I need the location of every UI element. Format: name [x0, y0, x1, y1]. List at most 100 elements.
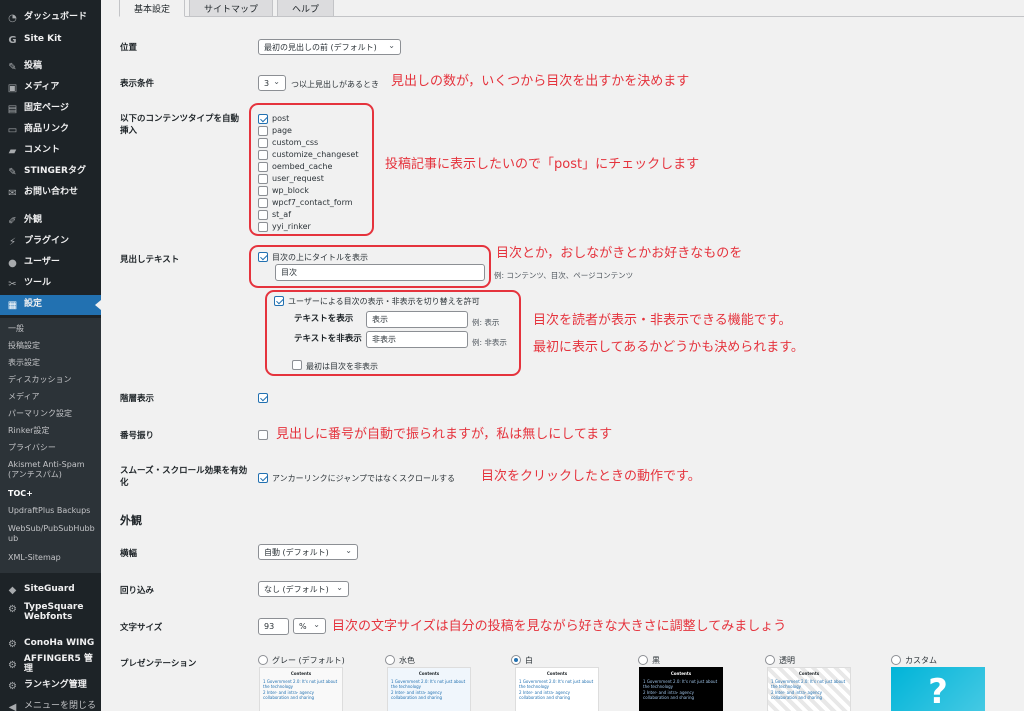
chevron-down-icon: ⌄ — [313, 620, 320, 629]
chevron-down-icon: ⌄ — [388, 41, 395, 50]
submenu-writing[interactable]: 投稿設定 — [8, 341, 40, 351]
allow-toggle-label: ユーザーによる目次の表示・非表示を切り替えを許可 — [288, 297, 480, 306]
checkbox-user-request[interactable] — [258, 174, 268, 184]
radio-gray[interactable] — [258, 655, 268, 665]
question-mark-icon: ? — [928, 672, 948, 711]
gear-icon: ⚙ — [8, 638, 17, 650]
submenu-websub[interactable]: WebSub/PubSubHubbub — [8, 524, 96, 545]
wrap-select[interactable]: なし (デフォルト) ⌄ — [258, 581, 349, 597]
show-text-input[interactable]: 表示 — [366, 311, 468, 328]
admin-sidebar: ◔ ダッシュボード G Site Kit ✎ 投稿 ▣ メディア ▤ 固定ページ ▭ 商品リ… — [0, 0, 101, 711]
heading-title-input[interactable]: 目次 — [275, 264, 485, 281]
submenu-privacy[interactable]: プライバシー — [8, 443, 56, 453]
type-wp-block-label: wp_block — [272, 186, 309, 195]
submenu-xml-sitemap[interactable]: XML-Sitemap — [8, 553, 61, 563]
menu-collapse[interactable]: ◀ メニューを閉じる — [0, 697, 101, 711]
checkbox-yyi-rinker[interactable] — [258, 222, 268, 232]
settings-submenu: 一般 投稿設定 表示設定 ディスカッション メディア パーマリンク設定 Rink… — [0, 318, 101, 573]
hide-text-label: テキストを非表示 — [294, 334, 362, 344]
submenu-discussion[interactable]: ディスカッション — [8, 375, 71, 385]
shield-icon: ◆ — [8, 584, 17, 596]
preview-line: 1 Government 2.0: It's not just about th… — [391, 679, 466, 689]
hide-text-input[interactable]: 非表示 — [366, 331, 468, 348]
menu-settings[interactable]: ▦ 設定 — [0, 295, 101, 315]
smooth-scroll-label: スムーズ・スクロール効果を有効化 — [120, 466, 248, 489]
submenu-akismet[interactable]: Akismet Anti-Spam (アンチスパム) — [8, 460, 96, 481]
checkbox-page[interactable] — [258, 126, 268, 136]
hide-text-value: 非表示 — [372, 335, 396, 344]
menu-typesquare[interactable]: ⚙ TypeSquare Webfonts — [0, 602, 101, 629]
numbering-label: 番号振り — [120, 431, 155, 441]
preview-black[interactable]: Contents 1 Government 2.0: It's not just … — [639, 667, 723, 711]
tab-help[interactable]: ヘルプ — [277, 0, 335, 17]
annotation-toggle: 目次を読者が表示・非表示できる機能です。 — [533, 313, 792, 328]
preview-white[interactable]: Contents 1 Government 2.0: It's not just … — [515, 667, 599, 711]
menu-product-links[interactable]: ▭ 商品リンク — [0, 120, 101, 140]
menu-contact[interactable]: ✉ お問い合わせ — [0, 183, 101, 203]
show-text-label: テキストを表示 — [294, 314, 354, 324]
submenu-permalinks[interactable]: パーマリンク設定 — [8, 409, 72, 419]
menu-affinger5[interactable]: ⚙ AFFINGER5 管理 — [0, 654, 101, 675]
width-select[interactable]: 自動 (デフォルト) ⌄ — [258, 544, 358, 560]
checkbox-show-title[interactable] — [258, 252, 268, 262]
checkbox-wp-block[interactable] — [258, 186, 268, 196]
pin-icon: ✎ — [8, 166, 17, 178]
wrench-icon: ✂ — [8, 278, 17, 290]
menu-ranking[interactable]: ⚙ ランキング管理 — [0, 676, 101, 696]
condition-label: 表示条件 — [120, 79, 155, 89]
gear-icon: ⚙ — [8, 604, 17, 615]
menu-dashboard[interactable]: ◔ ダッシュボード — [0, 8, 101, 28]
radio-custom[interactable] — [891, 655, 901, 665]
submenu-reading[interactable]: 表示設定 — [8, 358, 40, 368]
menu-plugins[interactable]: ⚡ プラグイン — [0, 232, 101, 252]
tab-basic-settings[interactable]: 基本設定 — [119, 0, 186, 17]
menu-appearance[interactable]: ✐ 外観 — [0, 211, 101, 231]
menu-posts[interactable]: ✎ 投稿 — [0, 57, 101, 77]
checkbox-wpcf7[interactable] — [258, 198, 268, 208]
submenu-toc-plus[interactable]: TOC+ — [8, 489, 33, 499]
submenu-media[interactable]: メディア — [8, 392, 39, 402]
condition-select[interactable]: 3 ⌄ — [258, 75, 286, 91]
checkbox-allow-toggle[interactable] — [274, 296, 284, 306]
menu-conoha-wing[interactable]: ⚙ ConoHa WING — [0, 634, 101, 654]
radio-white[interactable] — [511, 655, 521, 665]
auto-insert-label: 以下のコンテンツタイプを自動挿入 — [120, 114, 240, 137]
menu-stinger-tags[interactable]: ✎ STINGERタグ — [0, 162, 101, 182]
comment-icon: ▰ — [8, 145, 17, 157]
preview-transparent[interactable]: Contents 1 Government 2.0: It's not just … — [767, 667, 851, 711]
submenu-general[interactable]: 一般 — [8, 324, 24, 334]
font-size-unit-select[interactable]: % ⌄ — [293, 618, 326, 634]
menu-users[interactable]: ● ユーザー — [0, 253, 101, 273]
checkbox-hierarchy[interactable] — [258, 393, 268, 403]
menu-siteguard[interactable]: ◆ SiteGuard — [0, 580, 101, 600]
checkbox-customize-changeset[interactable] — [258, 150, 268, 160]
checkbox-st-af[interactable] — [258, 210, 268, 220]
submenu-rinker[interactable]: Rinker設定 — [8, 426, 49, 436]
type-oembed-cache-label: oembed_cache — [272, 162, 333, 171]
menu-comments[interactable]: ▰ コメント — [0, 141, 101, 161]
checkbox-oembed-cache[interactable] — [258, 162, 268, 172]
menu-media[interactable]: ▣ メディア — [0, 78, 101, 98]
checkbox-custom-css[interactable] — [258, 138, 268, 148]
collapse-icon: ◀ — [8, 701, 17, 711]
radio-light-blue[interactable] — [385, 655, 395, 665]
link-icon: ▭ — [7, 124, 18, 136]
radio-transparent[interactable] — [765, 655, 775, 665]
position-select[interactable]: 最初の見出しの前 (デフォルト) ⌄ — [258, 39, 401, 55]
checkbox-post[interactable] — [258, 114, 268, 124]
preview-gray[interactable]: Contents 1 Government 2.0: It's not just … — [259, 667, 343, 711]
menu-site-kit[interactable]: G Site Kit — [0, 30, 101, 50]
preview-light-blue[interactable]: Contents 1 Government 2.0: It's not just … — [387, 667, 471, 711]
checkbox-numbering[interactable] — [258, 430, 268, 440]
tab-sitemap[interactable]: サイトマップ — [189, 0, 274, 17]
wrap-label: 回り込み — [120, 586, 155, 596]
checkbox-smooth-scroll[interactable] — [258, 473, 268, 483]
menu-tools[interactable]: ✂ ツール — [0, 274, 101, 294]
submenu-updraftplus[interactable]: UpdraftPlus Backups — [8, 506, 90, 516]
preview-title: Contents — [546, 671, 568, 676]
font-size-input[interactable]: 93 — [258, 618, 289, 635]
preview-custom[interactable]: ? — [891, 667, 985, 711]
radio-black[interactable] — [638, 655, 648, 665]
menu-pages[interactable]: ▤ 固定ページ — [0, 99, 101, 119]
checkbox-initial-hide[interactable] — [292, 360, 302, 370]
